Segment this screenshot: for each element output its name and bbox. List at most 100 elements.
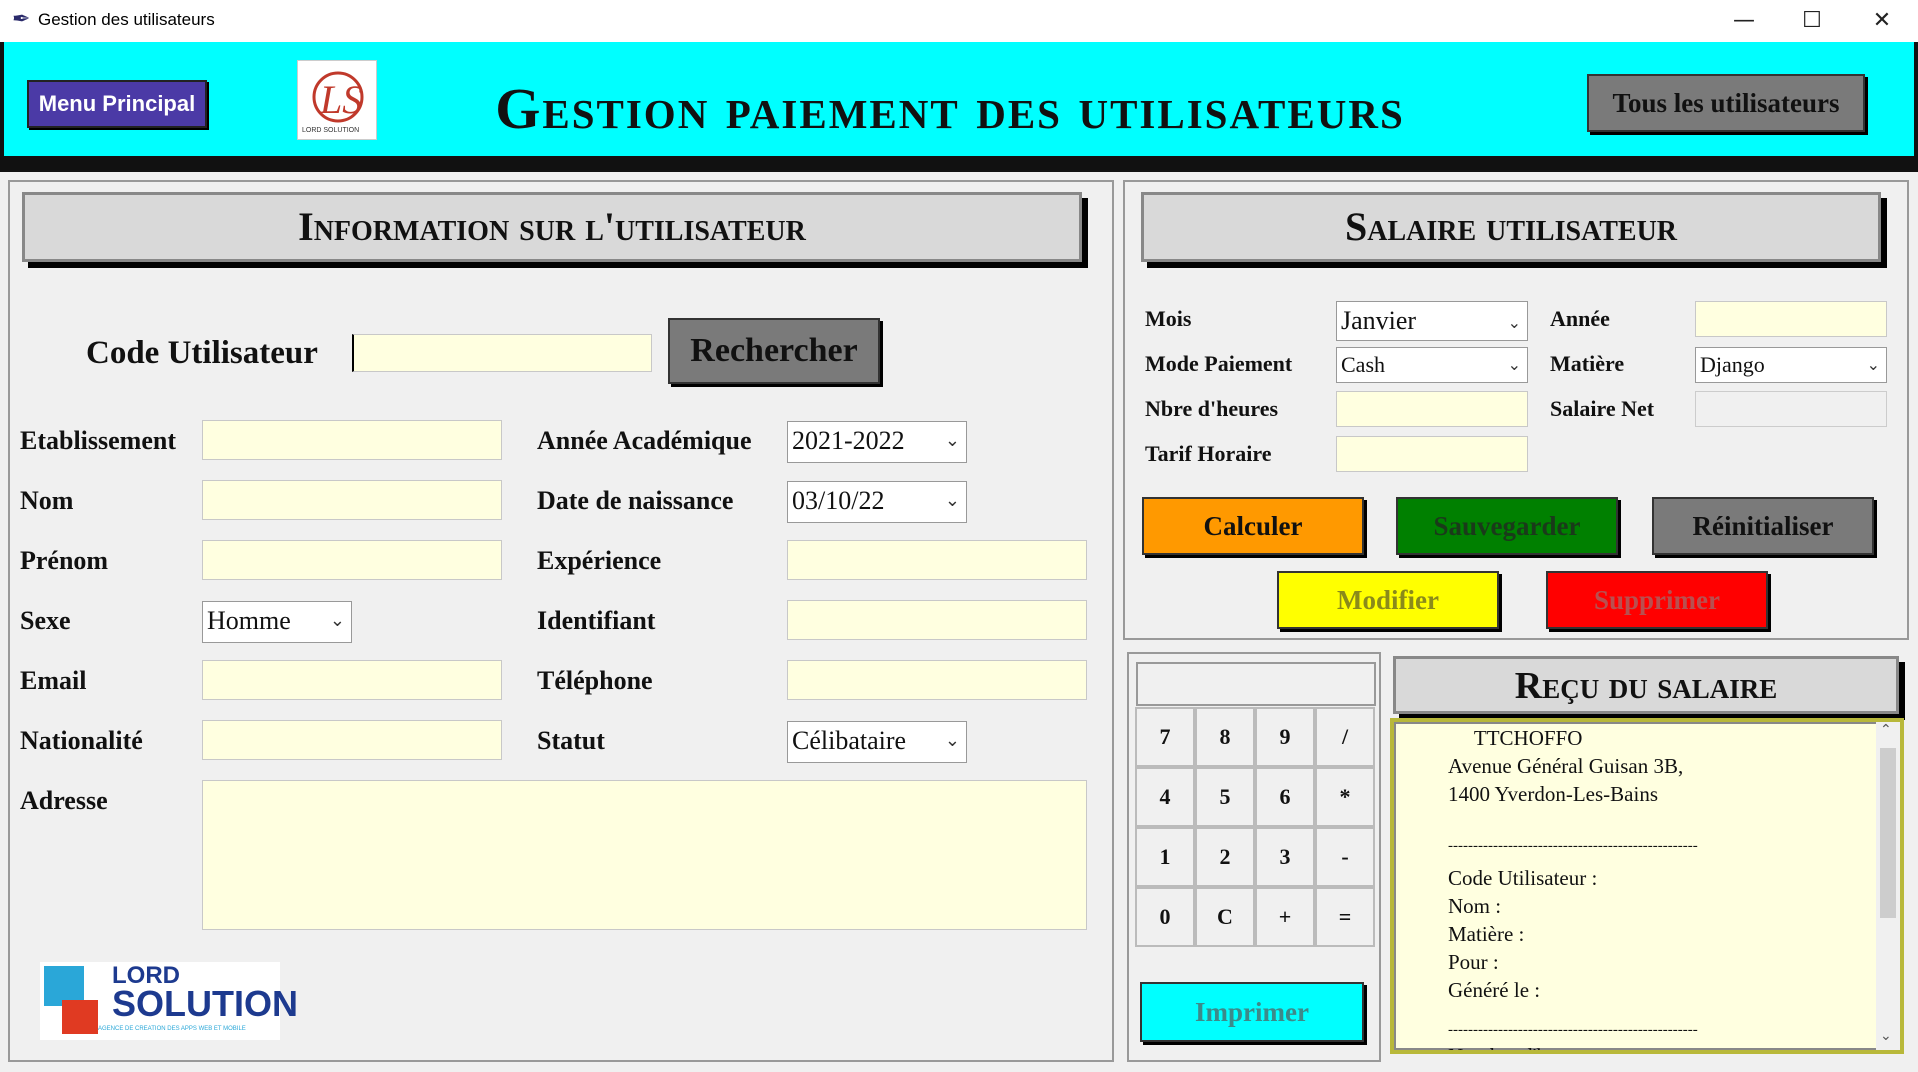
calc-key[interactable]: / bbox=[1315, 707, 1375, 767]
scroll-thumb[interactable] bbox=[1880, 748, 1896, 918]
adresse-label: Adresse bbox=[20, 786, 108, 815]
annee-label: Année bbox=[1550, 306, 1610, 331]
lord-solution-logo-bottom: LORD SOLUTION AGENCE DE CREATION DES APP… bbox=[40, 962, 298, 1040]
header-shadow bbox=[0, 156, 1918, 172]
chevron-down-icon: ⌄ bbox=[329, 610, 345, 631]
calc-key[interactable]: 5 bbox=[1195, 767, 1255, 827]
mode-paiement-value: Cash bbox=[1341, 352, 1385, 377]
modifier-button[interactable]: Modifier bbox=[1277, 571, 1499, 629]
calc-key[interactable]: 7 bbox=[1135, 707, 1195, 767]
calc-key[interactable]: 3 bbox=[1255, 827, 1315, 887]
scroll-up-icon[interactable]: ⌃ bbox=[1880, 722, 1892, 738]
identifiant-label: Identifiant bbox=[537, 606, 656, 635]
annee-input[interactable] bbox=[1695, 301, 1887, 337]
search-button[interactable]: Rechercher bbox=[668, 318, 880, 384]
calculer-button[interactable]: Calculer bbox=[1142, 497, 1364, 555]
chevron-down-icon: ⌄ bbox=[944, 490, 960, 511]
chevron-down-icon: ⌄ bbox=[944, 430, 960, 451]
matiere-label: Matière bbox=[1550, 351, 1625, 376]
prenom-input[interactable] bbox=[202, 540, 502, 580]
statut-value: Célibataire bbox=[792, 726, 907, 755]
sauvegarder-button[interactable]: Sauvegarder bbox=[1396, 497, 1618, 555]
tarif-horaire-label: Tarif Horaire bbox=[1145, 441, 1272, 466]
svg-text:LS: LS bbox=[319, 77, 362, 122]
logo-caption: LORD SOLUTION bbox=[302, 127, 360, 134]
receipt-heading: Reçu du salaire bbox=[1393, 656, 1899, 714]
calc-key[interactable]: * bbox=[1315, 767, 1375, 827]
calc-key[interactable]: - bbox=[1315, 827, 1375, 887]
calc-key[interactable]: 0 bbox=[1135, 887, 1195, 947]
window-title-bar: ✒ Gestion des utilisateurs — ☐ ✕ bbox=[0, 0, 1918, 42]
reinitialiser-button[interactable]: Réinitialiser bbox=[1652, 497, 1874, 555]
statut-label: Statut bbox=[537, 726, 605, 755]
annee-academique-select[interactable]: 2021-2022 ⌄ bbox=[787, 421, 967, 463]
receipt-line: Nom : bbox=[1448, 894, 1502, 918]
salaire-net-label: Salaire Net bbox=[1550, 396, 1655, 421]
menu-principal-button[interactable]: Menu Principal bbox=[27, 80, 207, 128]
all-users-button[interactable]: Tous les utilisateurs bbox=[1587, 74, 1865, 132]
calc-key[interactable]: 6 bbox=[1255, 767, 1315, 827]
supprimer-button[interactable]: Supprimer bbox=[1546, 571, 1768, 629]
scroll-down-icon[interactable]: ⌄ bbox=[1880, 1028, 1892, 1044]
window-title: Gestion des utilisateurs bbox=[38, 10, 215, 29]
calc-key[interactable]: = bbox=[1315, 887, 1375, 947]
mode-paiement-label: Mode Paiement bbox=[1145, 351, 1293, 376]
etablissement-input[interactable] bbox=[202, 420, 502, 460]
receipt-line: Généré le : bbox=[1448, 978, 1541, 1002]
mois-select[interactable]: Janvier ⌄ bbox=[1336, 301, 1528, 341]
page-title: Gestion paiement des utilisateurs bbox=[495, 76, 1405, 141]
sexe-select[interactable]: Homme ⌄ bbox=[202, 601, 352, 643]
tarif-horaire-input[interactable] bbox=[1336, 436, 1528, 472]
chevron-down-icon: ⌄ bbox=[1507, 355, 1521, 374]
receipt-line: Avenue Général Guisan 3B, bbox=[1448, 754, 1684, 778]
chevron-down-icon: ⌄ bbox=[1866, 355, 1880, 374]
calculator-display[interactable] bbox=[1136, 662, 1376, 706]
date-naissance-value: 03/10/22 bbox=[792, 486, 885, 515]
etablissement-label: Etablissement bbox=[20, 426, 176, 455]
mois-label: Mois bbox=[1145, 306, 1192, 331]
app-feather-icon: ✒ bbox=[12, 6, 31, 31]
receipt-line: Pour : bbox=[1448, 950, 1499, 974]
annee-academique-label: Année Académique bbox=[537, 426, 752, 455]
receipt-line: ----------------------------------------… bbox=[1448, 838, 1698, 854]
calc-key[interactable]: 9 bbox=[1255, 707, 1315, 767]
imprimer-button[interactable]: Imprimer bbox=[1140, 982, 1364, 1042]
receipt-line: TTCHOFFO bbox=[1448, 726, 1583, 750]
nom-input[interactable] bbox=[202, 480, 502, 520]
minimize-button[interactable]: — bbox=[1714, 2, 1774, 40]
maximize-button[interactable]: ☐ bbox=[1782, 2, 1842, 40]
receipt-scrollbar[interactable]: ⌃ ⌄ bbox=[1876, 722, 1900, 1050]
nationalite-input[interactable] bbox=[202, 720, 502, 760]
matiere-value: Django bbox=[1700, 352, 1765, 377]
calc-key[interactable]: 2 bbox=[1195, 827, 1255, 887]
chevron-down-icon: ⌄ bbox=[1507, 313, 1521, 332]
calc-key[interactable]: 1 bbox=[1135, 827, 1195, 887]
calc-key[interactable]: C bbox=[1195, 887, 1255, 947]
email-input[interactable] bbox=[202, 660, 502, 700]
experience-label: Expérience bbox=[537, 546, 662, 575]
calc-key[interactable]: 4 bbox=[1135, 767, 1195, 827]
calc-key[interactable]: 8 bbox=[1195, 707, 1255, 767]
nom-label: Nom bbox=[20, 486, 74, 515]
annee-academique-value: 2021-2022 bbox=[792, 426, 905, 455]
receipt-textarea[interactable]: TTCHOFFO Avenue Général Guisan 3B, 1400 … bbox=[1390, 718, 1904, 1054]
identifiant-input[interactable] bbox=[787, 600, 1087, 640]
date-naissance-picker[interactable]: 03/10/22 ⌄ bbox=[787, 481, 967, 523]
nbre-heures-label: Nbre d'heures bbox=[1145, 396, 1279, 421]
close-button[interactable]: ✕ bbox=[1852, 2, 1912, 40]
logo-line2: SOLUTION bbox=[112, 983, 298, 1024]
statut-select[interactable]: Célibataire ⌄ bbox=[787, 721, 967, 763]
prenom-label: Prénom bbox=[20, 546, 109, 575]
logo-tagline: AGENCE DE CREATION DES APPS WEB ET MOBIL… bbox=[98, 1026, 246, 1032]
mode-paiement-select[interactable]: Cash ⌄ bbox=[1336, 347, 1528, 383]
receipt-line: Matière : bbox=[1448, 922, 1525, 946]
telephone-label: Téléphone bbox=[537, 666, 653, 695]
code-utilisateur-input[interactable] bbox=[352, 334, 652, 372]
email-label: Email bbox=[20, 666, 87, 695]
matiere-select[interactable]: Django ⌄ bbox=[1695, 347, 1887, 383]
adresse-textarea[interactable] bbox=[202, 780, 1087, 930]
calc-key[interactable]: + bbox=[1255, 887, 1315, 947]
telephone-input[interactable] bbox=[787, 660, 1087, 700]
experience-input[interactable] bbox=[787, 540, 1087, 580]
nbre-heures-input[interactable] bbox=[1336, 391, 1528, 427]
